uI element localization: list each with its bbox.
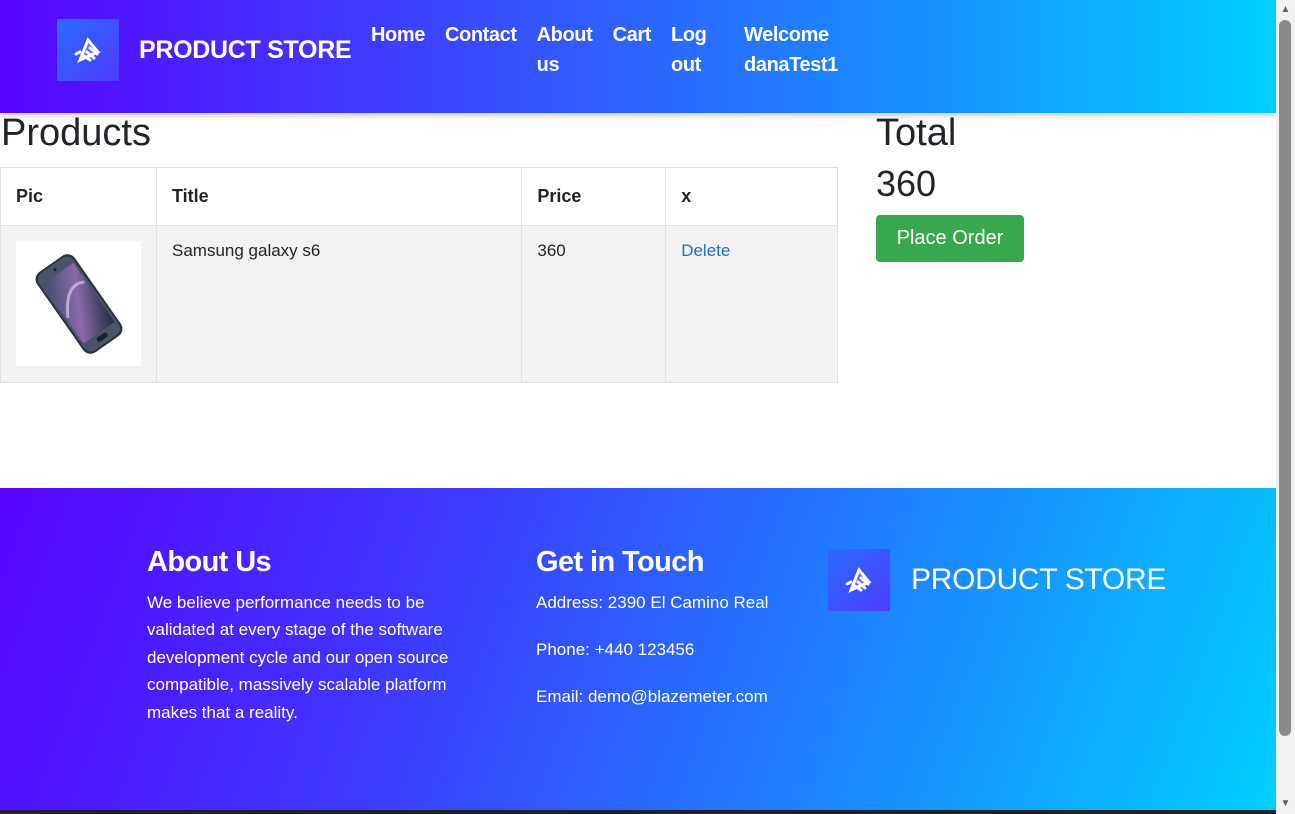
cart-table: Pic Title Price x Samsung galaxy s6 360 … [0,167,838,383]
cell-pic [0,225,157,383]
total-heading: Total [876,112,957,154]
nav-contact-link[interactable]: Contact [445,20,517,80]
table-header-row: Pic Title Price x [0,167,838,226]
footer-contact: Get in Touch Address: 2390 El Camino Rea… [536,546,816,730]
footer-address: Address: 2390 El Camino Real [536,593,769,612]
place-order-button[interactable]: Place Order [876,215,1024,262]
footer: About Us We believe performance needs to… [0,488,1276,810]
brand-name: PRODUCT STORE [139,35,352,64]
vertical-scrollbar[interactable]: ▲ ▼ [1276,0,1295,814]
nav-welcome-user[interactable]: Welcome danaTest1 [744,20,854,80]
nav-home-link[interactable]: Home [371,20,425,80]
nav-logout-link[interactable]: Log out [671,20,711,80]
navbar-brand[interactable]: PRODUCT STORE [57,19,352,81]
column-header-pic: Pic [0,167,157,226]
cell-title: Samsung galaxy s6 [155,225,523,383]
column-header-price: Price [521,167,667,226]
scroll-down-arrow-icon[interactable]: ▼ [1276,796,1295,812]
rocket-logo-icon [828,549,890,611]
scrollbar-thumb[interactable] [1279,20,1291,736]
cell-action: Delete [665,225,838,383]
nav-links: Home Contact About us Cart Log out Welco… [371,20,874,80]
column-header-x: x [665,167,838,226]
scroll-up-arrow-icon[interactable]: ▲ [1276,2,1295,18]
phone-image-icon [35,253,122,354]
footer-about-title: About Us [147,546,272,578]
page: PRODUCT STORE Home Contact About us Cart… [0,0,1276,814]
footer-about: About Us We believe performance needs to… [147,546,487,726]
nav-about-link[interactable]: About us [537,20,593,80]
table-row: Samsung galaxy s6 360 Delete [0,225,838,383]
delete-link[interactable]: Delete [681,241,730,260]
navbar: PRODUCT STORE Home Contact About us Cart… [0,0,1276,113]
cell-price: 360 [521,225,667,383]
footer-bottom-bar [0,810,1276,814]
products-heading: Products [1,112,151,154]
footer-about-text: We believe performance needs to be valid… [147,593,449,722]
nav-cart-link[interactable]: Cart [613,20,652,80]
footer-phone: Phone: +440 123456 [536,640,695,659]
footer-brand: PRODUCT STORE [828,549,1166,611]
rocket-logo-icon [57,19,119,81]
footer-brand-name: PRODUCT STORE [911,563,1167,596]
column-header-title: Title [155,167,523,226]
product-image [16,241,141,366]
footer-contact-title: Get in Touch [536,546,704,578]
total-value: 360 [876,163,937,204]
footer-email: Email: demo@blazemeter.com [536,687,768,706]
